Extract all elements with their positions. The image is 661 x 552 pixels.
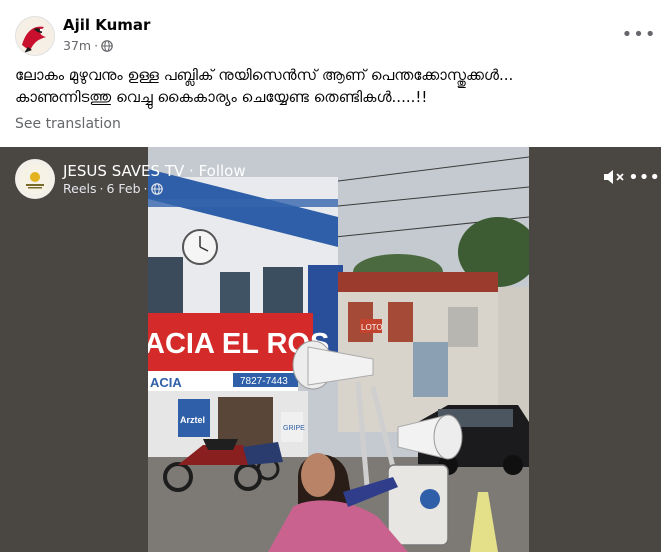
reel-video[interactable]: ACIA EL ROS ACIA 7827-7443 Arztel GRIPE … xyxy=(148,147,529,552)
avatar-image xyxy=(16,17,54,55)
post-text-line-2: കാണുന്നിടത്തു വെച്ചു കൈകാര്യം ചെയ്യേണ്ട … xyxy=(15,88,428,106)
reel-page-title: JESUS SAVES TV · Follow xyxy=(63,162,246,180)
jesus-saves-logo-icon xyxy=(20,164,50,194)
reel-meta: Reels · 6 Feb · xyxy=(63,181,163,196)
meta-separator: · xyxy=(94,38,99,53)
post-meta: 37m · xyxy=(63,38,113,53)
speaker-muted-icon[interactable] xyxy=(600,167,626,187)
reel-left-margin xyxy=(0,147,148,552)
reel-date[interactable]: 6 Feb xyxy=(106,181,140,196)
page-avatar[interactable] xyxy=(15,159,55,199)
reel-right-margin xyxy=(529,147,661,552)
video-frame-image: ACIA EL ROS ACIA 7827-7443 Arztel GRIPE … xyxy=(148,147,529,552)
post-text: ലോകം മുഴുവനും ഉള്ള പബ്ലിക് നുയിസെൻസ് ആണ്… xyxy=(15,64,645,108)
reel-page-name[interactable]: JESUS SAVES TV xyxy=(63,162,184,180)
reel-globe-icon xyxy=(150,182,163,195)
reel-meta-separator-2: · xyxy=(143,181,148,196)
see-translation-link[interactable]: See translation xyxy=(15,116,121,132)
post-more-options-icon[interactable]: ••• xyxy=(622,24,656,45)
reel-meta-separator: · xyxy=(99,181,104,196)
side-sign-text: LOTO xyxy=(361,323,383,332)
pharmacy-lower-text: ACIA xyxy=(150,375,182,390)
post-header: Ajil Kumar 37m · ••• xyxy=(0,0,661,62)
brand-text: Arztel xyxy=(180,415,205,425)
author-avatar[interactable] xyxy=(15,16,55,56)
phone-text: 7827-7443 xyxy=(240,376,288,387)
post-time[interactable]: 37m xyxy=(63,38,91,53)
globe-icon xyxy=(101,39,113,52)
author-name[interactable]: Ajil Kumar xyxy=(63,16,150,34)
reel-type-link[interactable]: Reels xyxy=(63,181,97,196)
follow-separator: · xyxy=(184,162,199,180)
follow-button[interactable]: Follow xyxy=(199,162,246,180)
reel-more-options-icon[interactable]: ••• xyxy=(628,167,660,188)
post-text-line-1: ലോകം മുഴുവനും ഉള്ള പബ്ലിക് നുയിസെൻസ് ആണ്… xyxy=(15,66,514,84)
shared-reel[interactable]: JESUS SAVES TV · Follow Reels · 6 Feb · … xyxy=(0,147,661,552)
shop-label-text: GRIPE xyxy=(283,425,305,432)
